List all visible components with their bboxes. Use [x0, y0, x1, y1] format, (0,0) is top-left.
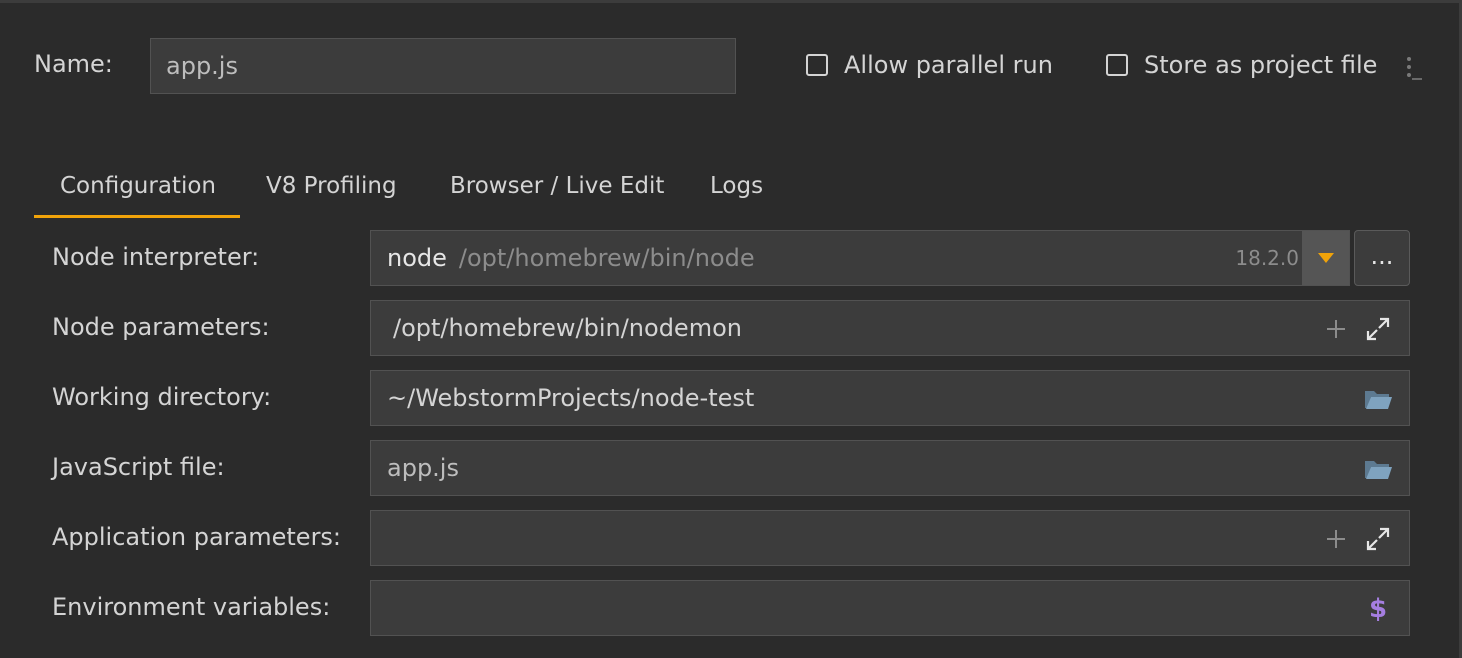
environment-variables-input[interactable]: $ [370, 580, 1410, 636]
node-parameters-label: Node parameters: [52, 313, 270, 341]
environment-variables-label: Environment variables: [52, 593, 331, 621]
run-configuration-panel: Name: app.js Allow parallel run Store as… [0, 0, 1462, 658]
node-parameters-value: /opt/homebrew/bin/nodemon [393, 314, 742, 342]
application-parameters-label: Application parameters: [52, 523, 342, 551]
working-directory-input[interactable]: ~/WebstormProjects/node-test [370, 370, 1410, 426]
browse-interpreter-button[interactable]: ... [1354, 230, 1410, 286]
tab-configuration[interactable]: Configuration [34, 160, 240, 218]
name-input[interactable]: app.js [150, 38, 736, 94]
interpreter-path: /opt/homebrew/bin/node [458, 244, 755, 272]
expand-icon[interactable] [1363, 524, 1393, 554]
name-label: Name: [34, 50, 113, 78]
tab-v8-profiling[interactable]: V8 Profiling [266, 160, 397, 218]
top-divider [0, 0, 1462, 3]
application-parameters-input[interactable] [370, 510, 1410, 566]
more-vertical-icon[interactable] [1400, 52, 1424, 82]
dollar-icon[interactable]: $ [1363, 594, 1393, 624]
store-as-project-file-checkbox[interactable] [1106, 54, 1128, 76]
plus-icon[interactable] [1321, 524, 1351, 554]
dropdown-arrow-icon[interactable] [1302, 231, 1349, 285]
javascript-file-input[interactable]: app.js [370, 440, 1410, 496]
store-as-project-file-option[interactable]: Store as project file [1106, 50, 1377, 80]
allow-parallel-run-option[interactable]: Allow parallel run [806, 50, 1053, 80]
folder-open-icon[interactable] [1363, 384, 1393, 414]
folder-open-icon[interactable] [1363, 454, 1393, 484]
allow-parallel-run-label: Allow parallel run [844, 51, 1053, 79]
expand-icon[interactable] [1363, 314, 1393, 344]
javascript-file-value: app.js [387, 454, 459, 482]
allow-parallel-run-checkbox[interactable] [806, 54, 828, 76]
node-interpreter-label: Node interpreter: [52, 243, 260, 271]
tab-logs[interactable]: Logs [710, 160, 763, 218]
interpreter-version: 18.2.0 [1235, 246, 1299, 270]
store-as-project-file-label: Store as project file [1144, 51, 1378, 79]
tab-browser-live-edit[interactable]: Browser / Live Edit [450, 160, 664, 218]
node-interpreter-select[interactable]: node/opt/homebrew/bin/node 18.2.0 [370, 230, 1350, 286]
node-parameters-input[interactable]: /opt/homebrew/bin/nodemon [370, 300, 1410, 356]
javascript-file-label: JavaScript file: [52, 453, 225, 481]
working-directory-label: Working directory: [52, 383, 272, 411]
interpreter-name: node [387, 244, 447, 272]
working-directory-value: ~/WebstormProjects/node-test [387, 384, 755, 412]
plus-icon[interactable] [1321, 314, 1351, 344]
